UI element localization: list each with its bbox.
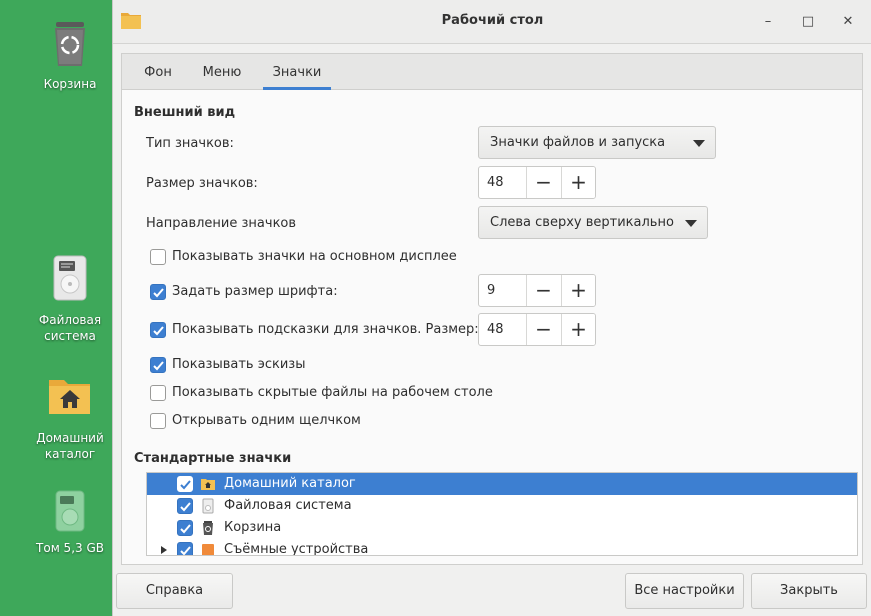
all-settings-button[interactable]: Все настройки bbox=[625, 573, 744, 609]
list-item-filesystem[interactable]: Файловая система bbox=[147, 495, 857, 517]
icon-type-value: Значки файлов и запуска bbox=[490, 135, 666, 150]
checkbox[interactable] bbox=[150, 249, 166, 265]
close-button[interactable]: Закрыть bbox=[751, 573, 867, 609]
list-item-removable[interactable]: Съёмные устройства bbox=[147, 539, 857, 556]
checkbox[interactable] bbox=[177, 476, 193, 492]
checkmark-icon bbox=[180, 480, 191, 490]
decrease-button[interactable]: − bbox=[526, 275, 560, 306]
checkbox[interactable] bbox=[150, 284, 166, 300]
decrease-button[interactable]: − bbox=[526, 167, 560, 198]
drive-icon bbox=[46, 254, 94, 306]
checkbox[interactable] bbox=[150, 385, 166, 401]
font-size-value[interactable]: 9 bbox=[487, 275, 495, 306]
standard-icons-section-title: Стандартные значки bbox=[134, 451, 292, 466]
icon-size-label: Размер значков: bbox=[146, 176, 258, 191]
help-button[interactable]: Справка bbox=[116, 573, 233, 609]
volume-icon bbox=[46, 490, 94, 534]
checkmark-icon bbox=[180, 546, 191, 555]
checkbox[interactable] bbox=[177, 542, 193, 555]
checkbox-label: Показывать эскизы bbox=[172, 357, 306, 372]
removable-drive-icon bbox=[201, 542, 215, 555]
direction-dropdown[interactable]: Слева сверху вертикально bbox=[478, 206, 708, 239]
icon-size-spinner[interactable]: 48 − + bbox=[478, 166, 596, 199]
tab-bar: Фон Меню Значки bbox=[122, 54, 862, 90]
checkbox[interactable] bbox=[150, 413, 166, 429]
icon-type-label: Тип значков: bbox=[146, 136, 234, 151]
increase-button[interactable]: + bbox=[561, 167, 595, 198]
desktop-icon-label: Том 5,3 GB bbox=[36, 541, 104, 555]
checkbox-label: Задать размер шрифта: bbox=[172, 284, 338, 299]
checkmark-icon bbox=[153, 326, 164, 336]
desktop-icon-home[interactable]: Домашний каталог bbox=[20, 372, 120, 462]
icon-type-dropdown[interactable]: Значки файлов и запуска bbox=[478, 126, 716, 159]
checkbox[interactable] bbox=[150, 322, 166, 338]
font-size-spinner[interactable]: 9 − + bbox=[478, 274, 596, 307]
increase-button[interactable]: + bbox=[561, 275, 595, 306]
title-bar[interactable]: Рабочий стол – □ ✕ bbox=[113, 0, 871, 44]
drive-icon bbox=[201, 498, 215, 514]
list-item-home[interactable]: Домашний каталог bbox=[147, 473, 857, 495]
checkbox-label: Показывать подсказки для значков. Размер… bbox=[172, 322, 479, 337]
trash-icon bbox=[201, 520, 215, 536]
expand-arrow-icon[interactable] bbox=[161, 546, 167, 554]
list-item-trash[interactable]: Корзина bbox=[147, 517, 857, 539]
direction-label: Направление значков bbox=[146, 216, 297, 231]
tooltip-size-value[interactable]: 48 bbox=[487, 314, 504, 345]
desktop-icon-filesystem[interactable]: Файловая система bbox=[20, 254, 120, 344]
tooltip-size-spinner[interactable]: 48 − + bbox=[478, 313, 596, 346]
list-item-label: Файловая система bbox=[224, 498, 352, 513]
checkmark-icon bbox=[180, 524, 191, 534]
chevron-down-icon bbox=[685, 220, 697, 227]
decrease-button[interactable]: − bbox=[526, 314, 560, 345]
list-item-label: Корзина bbox=[224, 520, 282, 535]
tab-icons[interactable]: Значки bbox=[263, 54, 331, 90]
desktop-icon-label: Файловая система bbox=[38, 313, 102, 343]
direction-value: Слева сверху вертикально bbox=[490, 215, 674, 230]
checkbox[interactable] bbox=[177, 520, 193, 536]
desktop-icon-trash[interactable]: Корзина bbox=[20, 18, 120, 92]
list-item-label: Съёмные устройства bbox=[224, 542, 369, 556]
home-folder-icon bbox=[201, 476, 215, 492]
icon-size-value[interactable]: 48 bbox=[487, 167, 504, 198]
trash-icon bbox=[46, 18, 94, 70]
list-item-label: Домашний каталог bbox=[224, 476, 356, 491]
maximize-button[interactable]: □ bbox=[798, 12, 818, 32]
desktop-icon-label: Домашний каталог bbox=[36, 431, 104, 461]
checkmark-icon bbox=[180, 502, 191, 512]
chevron-down-icon bbox=[693, 140, 705, 147]
checkmark-icon bbox=[153, 361, 164, 371]
desktop-settings-window: Рабочий стол – □ ✕ Фон Меню Значки Внешн… bbox=[112, 0, 871, 616]
close-window-button[interactable]: ✕ bbox=[838, 12, 858, 32]
settings-notebook: Фон Меню Значки Внешний вид Тип значков:… bbox=[121, 53, 863, 565]
checkmark-icon bbox=[153, 288, 164, 298]
desktop-icon-volume[interactable]: Том 5,3 GB bbox=[20, 490, 120, 556]
tab-menu[interactable]: Меню bbox=[196, 54, 248, 90]
minimize-button[interactable]: – bbox=[758, 12, 778, 32]
checkbox-label: Показывать значки на основном дисплее bbox=[172, 249, 457, 264]
appearance-section-title: Внешний вид bbox=[134, 105, 236, 120]
checkbox[interactable] bbox=[150, 357, 166, 373]
increase-button[interactable]: + bbox=[561, 314, 595, 345]
checkbox-label: Показывать скрытые файлы на рабочем стол… bbox=[172, 385, 493, 400]
standard-icons-list[interactable]: Домашний каталог Файловая система Корзин… bbox=[146, 472, 858, 556]
checkbox-label: Открывать одним щелчком bbox=[172, 413, 361, 428]
home-folder-icon bbox=[46, 372, 94, 424]
checkbox[interactable] bbox=[177, 498, 193, 514]
tab-background[interactable]: Фон bbox=[136, 54, 180, 90]
desktop-icon-label: Корзина bbox=[43, 77, 97, 91]
